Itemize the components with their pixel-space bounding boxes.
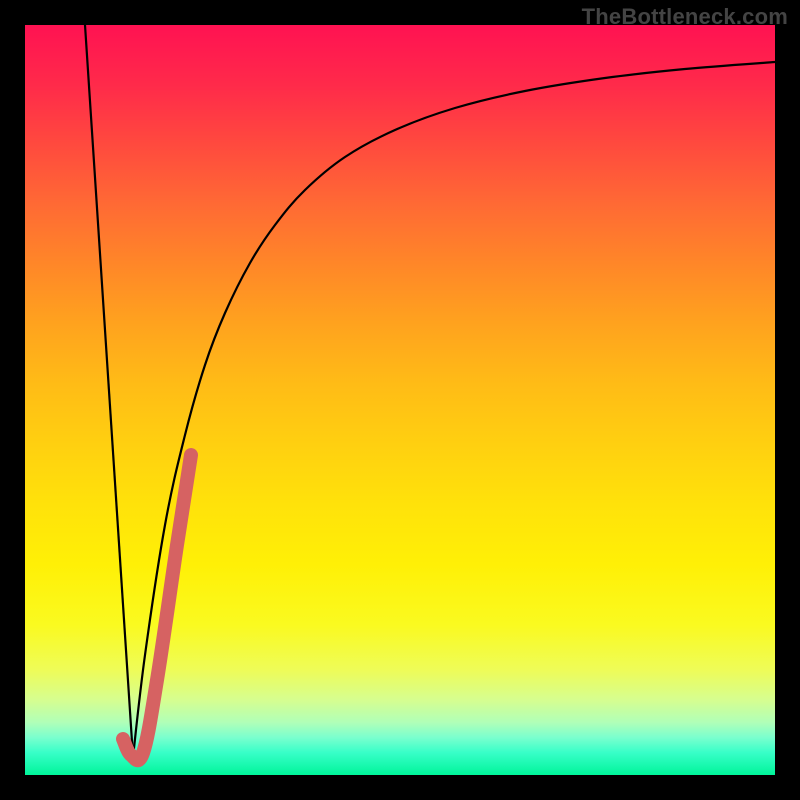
left-descent-line bbox=[85, 25, 133, 757]
chart-frame: TheBottleneck.com bbox=[0, 0, 800, 800]
curve-overlay bbox=[25, 25, 775, 775]
plot-area bbox=[25, 25, 775, 775]
watermark-text: TheBottleneck.com bbox=[582, 4, 788, 30]
highlight-segment bbox=[123, 455, 191, 760]
right-curve-line bbox=[133, 62, 775, 757]
